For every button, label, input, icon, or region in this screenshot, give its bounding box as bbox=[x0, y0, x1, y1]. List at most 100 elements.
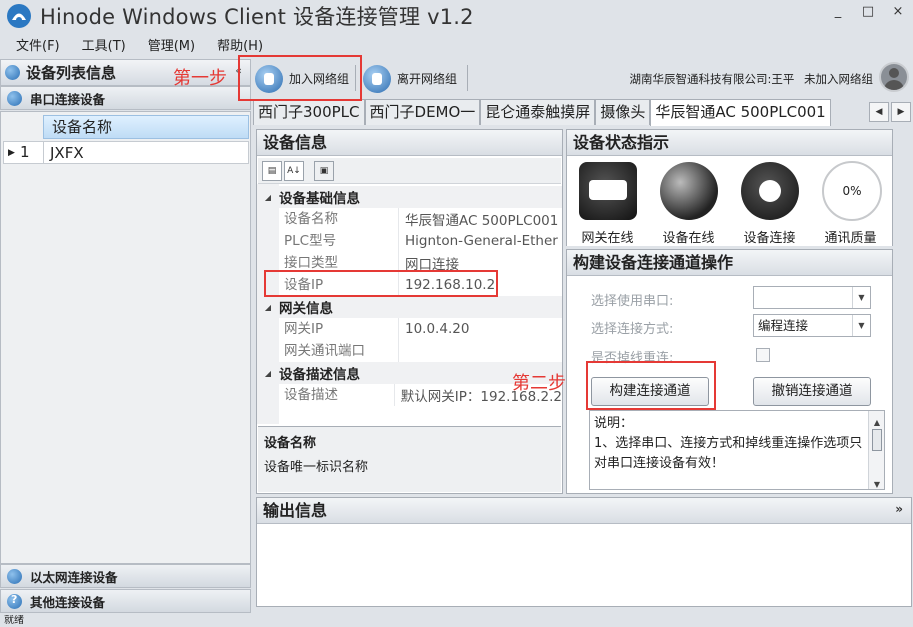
device-grid: 设备名称 ▶ 1 JXFX bbox=[0, 111, 251, 564]
serial-port-select[interactable]: ▼ bbox=[753, 286, 871, 309]
annotation-box-ip bbox=[264, 270, 498, 297]
property-help: 设备名称 设备唯一标识名称 bbox=[258, 426, 561, 492]
status-device-label: 设备在线 bbox=[662, 231, 715, 246]
category-gateway[interactable]: ◢ 网关信息 bbox=[257, 296, 562, 318]
company-user: 湖南华辰智通科技有限公司:王平 bbox=[629, 72, 795, 86]
tab-mcgs-touchscreen[interactable]: 昆仑通泰触摸屏 bbox=[480, 99, 596, 125]
app-logo-icon bbox=[7, 4, 31, 28]
scroll-thumb[interactable] bbox=[872, 429, 882, 451]
menu-tools[interactable]: 工具(T) bbox=[82, 35, 126, 54]
status-gateway-online: 网关在线 bbox=[567, 157, 648, 247]
expand-icon[interactable]: ◢ bbox=[257, 193, 279, 202]
device-list-icon bbox=[5, 65, 20, 80]
property-help-text: 设备唯一标识名称 bbox=[264, 460, 369, 475]
prop-gateway-ip[interactable]: 网关IP 10.0.4.20 bbox=[257, 318, 562, 340]
leave-group-label: 离开网络组 bbox=[397, 72, 458, 86]
section-ethernet-label: 以太网连接设备 bbox=[30, 569, 118, 585]
section-ethernet[interactable]: 以太网连接设备 bbox=[0, 564, 251, 588]
avatar[interactable] bbox=[879, 62, 909, 92]
property-help-title: 设备名称 bbox=[264, 436, 317, 451]
category-gateway-label: 网关信息 bbox=[279, 301, 333, 317]
category-basic-label: 设备基础信息 bbox=[279, 191, 360, 207]
prop-device-name[interactable]: 设备名称 华辰智通AC 500PLC001 bbox=[257, 208, 562, 230]
annotation-box-step2 bbox=[586, 361, 716, 410]
note-scrollbar[interactable]: ▲ ▼ bbox=[868, 411, 884, 489]
title-bar: Hinode Windows Client 设备连接管理 v1.2 _ □ × bbox=[0, 0, 913, 32]
device-info-title: 设备信息 bbox=[257, 130, 562, 156]
ethernet-icon bbox=[7, 568, 22, 584]
connect-mode-label: 选择连接方式: bbox=[591, 322, 674, 337]
chevron-down-icon[interactable]: ▼ bbox=[852, 315, 870, 336]
status-comm-quality: 0% 通讯质量 bbox=[810, 157, 891, 247]
tab-siemens-demo[interactable]: 西门子DEMO一 bbox=[364, 99, 481, 125]
row-number: 1 bbox=[18, 142, 44, 163]
output-title: 输出信息 bbox=[257, 498, 911, 524]
property-pages-icon[interactable]: ▣ bbox=[314, 161, 334, 181]
status-device-online: 设备在线 bbox=[648, 157, 729, 247]
table-row[interactable]: ▶ 1 JXFX bbox=[3, 141, 249, 164]
menu-bar: 文件(F) 工具(T) 管理(M) 帮助(H) bbox=[0, 32, 913, 56]
note-box: 说明： 1、选择串口、连接方式和掉线重连操作选项只对串口连接设备有效！ ▲ ▼ bbox=[589, 410, 885, 490]
device-list-title: 设备列表信息 bbox=[26, 64, 117, 82]
minimize-button[interactable]: _ bbox=[831, 4, 845, 19]
prop-key: PLC型号 bbox=[257, 230, 399, 252]
category-basic[interactable]: ◢ 设备基础信息 bbox=[257, 186, 562, 208]
categorized-view-icon[interactable]: ▤ bbox=[262, 161, 282, 181]
quality-gauge: 0% bbox=[822, 161, 882, 221]
close-button[interactable]: × bbox=[891, 4, 905, 19]
prop-value: Hignton-General-Ether bbox=[405, 233, 558, 249]
connect-mode-value: 编程连接 bbox=[758, 318, 809, 333]
prop-value: 华辰智通AC 500PLC001 bbox=[405, 213, 559, 229]
globe-icon bbox=[660, 162, 718, 220]
menu-manage[interactable]: 管理(M) bbox=[148, 35, 195, 54]
prop-key: 网关通讯端口 bbox=[257, 340, 399, 362]
plug-icon bbox=[741, 162, 799, 220]
annotation-box-step1 bbox=[238, 55, 362, 101]
connect-mode-select[interactable]: 编程连接 ▼ bbox=[753, 314, 871, 337]
leave-group-button[interactable]: 离开网络组 bbox=[363, 63, 457, 94]
help-icon bbox=[7, 593, 22, 609]
prop-plc-model[interactable]: PLC型号 Hignton-General-Ether bbox=[257, 230, 562, 252]
tab-siemens-300plc[interactable]: 西门子300PLC bbox=[253, 99, 365, 125]
tab-scroll-right-icon[interactable]: ▶ bbox=[891, 102, 911, 122]
annotation-step1: 第一步 bbox=[173, 68, 227, 89]
menu-file[interactable]: 文件(F) bbox=[16, 35, 60, 54]
expand-icon[interactable]: ◢ bbox=[257, 369, 279, 378]
tab-scroll-left-icon[interactable]: ◀ bbox=[869, 102, 889, 122]
note-text: 说明： 1、选择串口、连接方式和掉线重连操作选项只对串口连接设备有效！ bbox=[594, 416, 863, 471]
category-description-label: 设备描述信息 bbox=[279, 367, 360, 383]
serial-icon bbox=[7, 90, 22, 106]
menu-help[interactable]: 帮助(H) bbox=[217, 35, 263, 54]
row-device-name[interactable]: JXFX bbox=[44, 144, 84, 162]
build-channel-title: 构建设备连接通道操作 bbox=[567, 250, 892, 276]
tab-camera[interactable]: 摄像头 bbox=[595, 99, 651, 125]
maximize-button[interactable]: □ bbox=[861, 4, 875, 19]
row-indicator-icon: ▶ bbox=[8, 147, 15, 158]
tab-ac500plc001[interactable]: 华辰智通AC 500PLC001 bbox=[650, 99, 831, 126]
serial-port-label: 选择使用串口: bbox=[591, 294, 674, 309]
group-status: 未加入网络组 bbox=[804, 72, 873, 86]
collapse-output-icon[interactable]: » bbox=[895, 502, 903, 516]
prop-key: 网关IP bbox=[257, 318, 399, 340]
cancel-channel-button[interactable]: 撤销连接通道 bbox=[753, 377, 871, 406]
status-gateway-label: 网关在线 bbox=[581, 231, 634, 246]
sort-az-icon[interactable]: A↓ bbox=[284, 161, 304, 181]
annotation-step2: 第二步 bbox=[512, 373, 566, 394]
status-device-connect: 设备连接 bbox=[729, 157, 810, 247]
status-indicators: 网关在线 设备在线 设备连接 0% 通讯质量 bbox=[567, 157, 892, 247]
grid-header-device-name[interactable]: 设备名称 bbox=[43, 115, 249, 139]
reconnect-checkbox[interactable] bbox=[756, 348, 770, 362]
section-serial-label: 串口连接设备 bbox=[30, 91, 106, 107]
leave-group-icon bbox=[363, 64, 391, 93]
section-other-label: 其他连接设备 bbox=[30, 594, 106, 610]
expand-icon[interactable]: ◢ bbox=[257, 303, 279, 312]
device-status-panel: 设备状态指示 网关在线 设备在线 设备连接 0% 通讯质量 bbox=[566, 129, 893, 246]
device-info-panel: 设备信息 ▤ A↓ ▣ ◢ 设备基础信息 设备名称 华辰智通AC 500PLC0… bbox=[256, 129, 563, 494]
section-other[interactable]: 其他连接设备 bbox=[0, 589, 251, 613]
scroll-down-icon[interactable]: ▼ bbox=[869, 475, 885, 495]
prop-gateway-port[interactable]: 网关通讯端口 bbox=[257, 340, 562, 362]
status-connect-label: 设备连接 bbox=[743, 231, 796, 246]
prop-value: 10.0.4.20 bbox=[405, 321, 470, 337]
window-controls: _ □ × bbox=[831, 4, 905, 19]
chevron-down-icon[interactable]: ▼ bbox=[852, 287, 870, 308]
